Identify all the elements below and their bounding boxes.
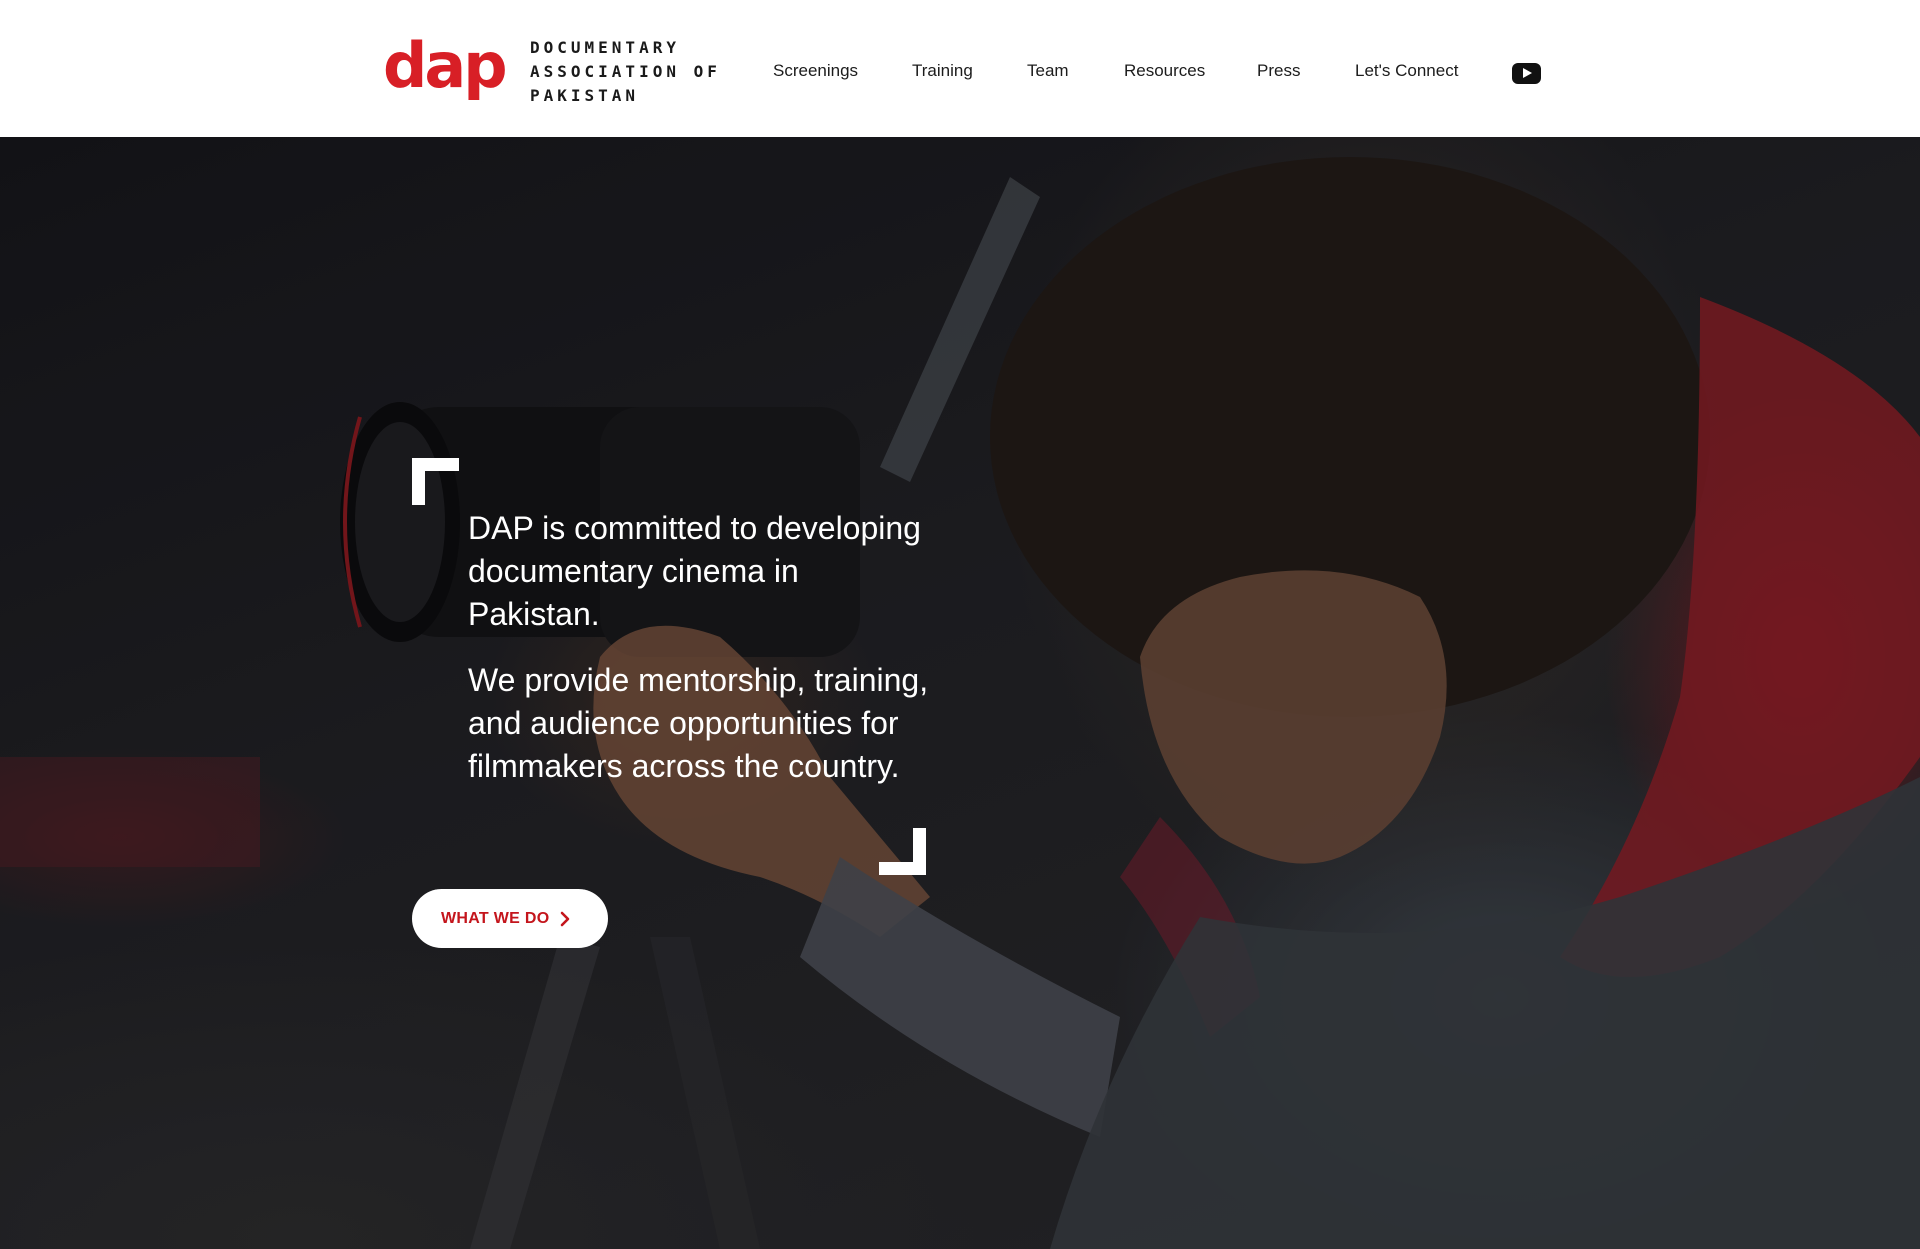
what-we-do-button[interactable]: WHAT WE DO (412, 889, 608, 948)
nav-item-press[interactable]: Press (1257, 56, 1300, 86)
youtube-icon[interactable] (1512, 63, 1541, 84)
hero-text: DAP is committed to developing documenta… (468, 507, 938, 788)
logo-name-line-3: PAKISTAN (530, 86, 640, 105)
site-header: dap DOCUMENTARY ASSOCIATION OF PAKISTAN … (0, 0, 1920, 137)
hero-paragraph-2: We provide mentorship, training, and aud… (468, 662, 929, 784)
nav-item-training[interactable]: Training (912, 56, 973, 86)
dap-logo-icon: dap (383, 37, 508, 102)
hero-overlay (0, 137, 1920, 1249)
chevron-right-icon (561, 911, 570, 926)
logo-wordmark: dap (383, 37, 505, 102)
quote-bracket-top-left-icon (412, 458, 459, 505)
hero-section: DAP is committed to developing documenta… (0, 137, 1920, 1249)
site-logo[interactable]: dap DOCUMENTARY ASSOCIATION OF PAKISTAN (383, 36, 721, 108)
logo-name-line-2: ASSOCIATION OF (530, 62, 721, 81)
nav-item-team[interactable]: Team (1027, 56, 1069, 86)
hero-paragraph-1: DAP is committed to developing documenta… (468, 510, 921, 632)
logo-name: DOCUMENTARY ASSOCIATION OF PAKISTAN (530, 36, 721, 108)
nav-item-lets-connect[interactable]: Let's Connect (1355, 56, 1458, 86)
what-we-do-label: WHAT WE DO (441, 909, 550, 927)
nav-item-resources[interactable]: Resources (1124, 56, 1205, 86)
nav-item-screenings[interactable]: Screenings (773, 56, 858, 86)
quote-bracket-bottom-right-icon (879, 828, 926, 875)
logo-name-line-1: DOCUMENTARY (530, 38, 680, 57)
